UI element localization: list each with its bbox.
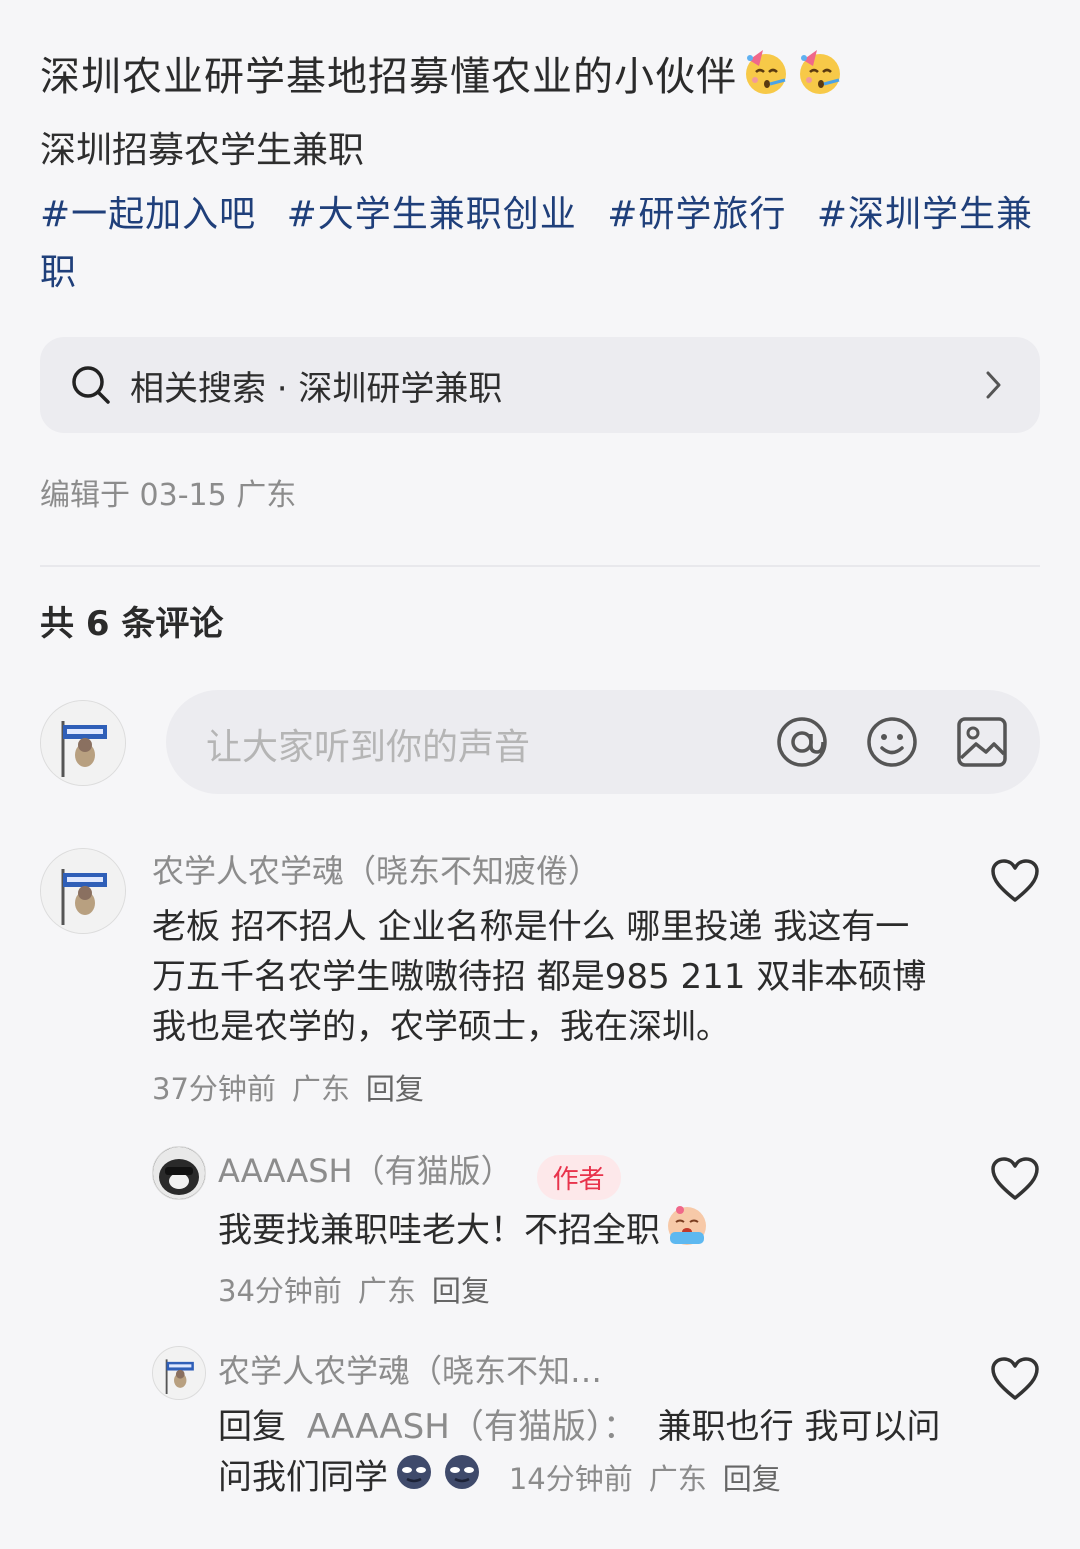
- related-search-bar[interactable]: 相关搜索 · 深圳研学兼职: [40, 337, 1040, 433]
- crying-face-icon: [664, 1202, 710, 1262]
- street-sign-avatar-icon: [41, 701, 125, 785]
- author-avatar[interactable]: [152, 1146, 206, 1200]
- comment-text: 我要找兼职哇老大！不招全职: [218, 1210, 660, 1251]
- like-heart-icon[interactable]: [990, 858, 1040, 904]
- reply-to-name[interactable]: AAAASH（有猫版）：: [307, 1407, 637, 1447]
- comment-author-name[interactable]: 农学人农学魂（晓东不知疲倦）: [152, 846, 600, 892]
- reply-prefix: 回复: [218, 1407, 286, 1447]
- smug-face-icon: [392, 1452, 436, 1506]
- reply-button[interactable]: 回复: [366, 1072, 424, 1106]
- comment-location: 广东: [357, 1274, 416, 1308]
- reply-author-row: AAAASH（有猫版） 作者: [218, 1146, 621, 1200]
- comment-location: 广东: [291, 1072, 350, 1106]
- search-icon: [72, 366, 110, 404]
- comment-time: 37分钟前: [152, 1072, 276, 1106]
- cat-avatar-icon: [153, 1147, 205, 1199]
- comment-location: 广东: [648, 1461, 707, 1496]
- comment-time: 14分钟前: [508, 1461, 633, 1496]
- comment-time: 34分钟前: [218, 1274, 342, 1308]
- commenter-avatar[interactable]: [40, 848, 126, 934]
- divider: [40, 565, 1040, 567]
- comment-input[interactable]: 让大家听到你的声音: [166, 690, 1040, 794]
- tag-link[interactable]: #研学旅行: [607, 194, 786, 235]
- like-heart-icon[interactable]: [990, 1356, 1040, 1402]
- post-title-text: 深圳农业研学基地招募懂农业的小伙伴: [40, 54, 737, 100]
- street-sign-avatar-icon: [153, 1347, 205, 1399]
- tag-link[interactable]: #大学生兼职创业: [287, 194, 577, 235]
- post-subtitle: 深圳招募农学生兼职: [40, 130, 365, 171]
- comment-meta: 14分钟前 广东 回复: [509, 1462, 797, 1496]
- party-face-icon: [741, 46, 791, 112]
- comment-meta: 34分钟前 广东 回复: [218, 1268, 506, 1310]
- comment-author-name[interactable]: 农学人农学魂（晓东不知…: [218, 1346, 602, 1392]
- my-avatar[interactable]: [40, 700, 126, 786]
- emoji-icon[interactable]: [864, 714, 920, 770]
- comment-text-block: 回复 AAAASH（有猫版）： 兼职也行 我可以问问我们同学 14分钟前 广东 回复: [218, 1402, 958, 1506]
- post-tags: #一起加入吧 #大学生兼职创业 #研学旅行 #深圳学生兼职: [40, 186, 1050, 302]
- post-title: 深圳农业研学基地招募懂农业的小伙伴: [40, 46, 845, 112]
- like-heart-icon[interactable]: [990, 1156, 1040, 1202]
- author-badge: 作者: [536, 1155, 621, 1200]
- edited-info: 编辑于 03-15 广东: [40, 478, 297, 513]
- comment-text-row: 我要找兼职哇老大！不招全职: [218, 1202, 938, 1262]
- party-face-icon: [795, 46, 845, 112]
- comment-meta: 37分钟前 广东 回复: [152, 1066, 440, 1108]
- commenter-avatar[interactable]: [152, 1346, 206, 1400]
- comment-input-placeholder: 让大家听到你的声音: [206, 727, 531, 768]
- related-search-label: 相关搜索 · 深圳研学兼职: [130, 368, 503, 409]
- mention-icon[interactable]: [774, 714, 830, 770]
- street-sign-avatar-icon: [41, 849, 125, 933]
- reply-button[interactable]: 回复: [432, 1274, 490, 1308]
- comment-count: 共 6 条评论: [40, 604, 224, 644]
- tag-link[interactable]: #一起加入吧: [40, 194, 256, 235]
- comment-text: 老板 招不招人 企业名称是什么 哪里投递 我这有一万五千名农学生嗷嗷待招 都是9…: [152, 907, 927, 1047]
- image-icon[interactable]: [954, 714, 1010, 770]
- comment-author-name[interactable]: AAAASH（有猫版）: [218, 1152, 513, 1190]
- smug-face-icon: [440, 1452, 484, 1506]
- chevron-right-icon: [986, 371, 1001, 399]
- reply-button[interactable]: 回复: [723, 1462, 781, 1496]
